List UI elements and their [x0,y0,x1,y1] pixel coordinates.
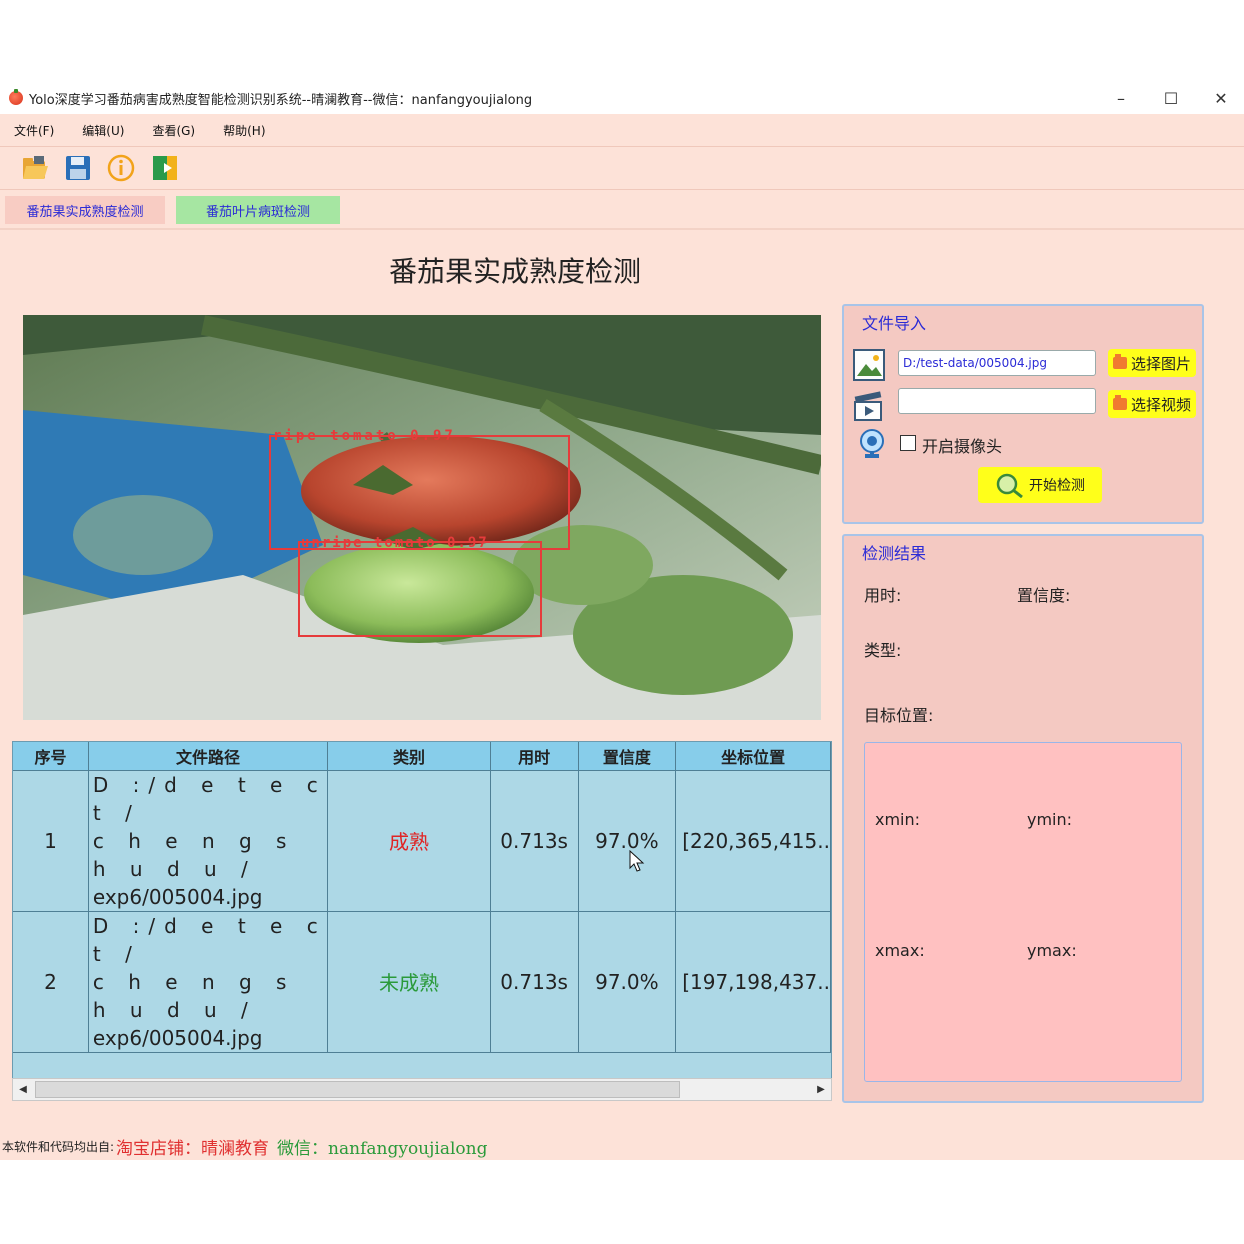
close-button[interactable]: ✕ [1198,82,1244,114]
minimize-button[interactable]: – [1098,82,1144,114]
cell-path: D :/d e t e c t / c h e n g s h u d u / … [88,770,329,912]
col-category-header[interactable]: 类别 [327,742,491,771]
folder-icon [1112,354,1127,369]
cell-category: 未成熟 [327,911,491,1053]
cell-index: 2 [13,911,89,1053]
start-detection-button[interactable]: 开始检测 [978,467,1102,503]
coordinates-box: xmin: ymin: xmax: ymax: [864,742,1182,1082]
col-index-header[interactable]: 序号 [13,742,89,771]
detection-label-ripe: ripe tomato 0.97 [273,428,456,444]
magnifier-icon [996,473,1023,498]
menu-help[interactable]: 帮助(H) [223,122,265,139]
type-label: 类型: [864,641,902,660]
scrollbar-thumb[interactable] [35,1081,680,1098]
folder-open-icon[interactable] [20,153,50,183]
tab-leaf-disease[interactable]: 番茄叶片病斑检测 [176,196,340,224]
ymax-label: ymax: [1027,941,1077,960]
webcam-icon [858,428,886,462]
ymin-label: ymin: [1027,810,1073,829]
table-row[interactable]: 2 D :/d e t e c t / c h e n g s h u d u … [13,911,831,1053]
save-icon[interactable] [63,153,93,183]
file-import-title: 文件导入 [862,314,927,333]
exit-icon[interactable] [150,153,180,183]
col-path-header[interactable]: 文件路径 [88,742,329,771]
scroll-right-arrow-icon[interactable]: ▶ [813,1081,829,1098]
tomato-app-icon [9,89,23,105]
cell-time: 0.713s [490,911,579,1053]
time-label: 用时: [864,586,902,605]
cell-category: 成熟 [327,770,491,912]
video-path-field[interactable] [898,388,1096,414]
table-row[interactable]: 1 D :/d e t e c t / c h e n g s h u d u … [13,770,831,912]
title-bar: Yolo深度学习番茄病害成熟度智能检测识别系统--晴澜教育--微信：nanfan… [0,82,1244,114]
col-confidence-header[interactable]: 置信度 [578,742,677,771]
col-time-header[interactable]: 用时 [490,742,579,771]
select-video-button[interactable]: 选择视频 [1108,390,1196,418]
col-coords-header[interactable]: 坐标位置 [675,742,831,771]
xmax-label: xmax: [875,941,925,960]
window-title: Yolo深度学习番茄病害成熟度智能检测识别系统--晴澜教育--微信：nanfan… [29,92,533,108]
xmin-label: xmin: [875,810,921,829]
menu-edit[interactable]: 编辑(U) [82,122,124,139]
footer-shop: 淘宝店铺：晴澜教育 [116,1138,270,1159]
menu-bar: 文件(F) 编辑(U) 查看(G) 帮助(H) [0,114,1244,146]
cell-confidence: 97.0% [578,911,677,1053]
tab-fruit-ripeness[interactable]: 番茄果实成熟度检测 [5,196,165,224]
detection-image: ripe tomato 0.97 unripe tomato 0.97 [23,315,821,720]
cell-path: D :/d e t e c t / c h e n g s h u d u / … [88,911,329,1053]
results-table: 序号 文件路径 类别 用时 置信度 坐标位置 1 D :/d e t e c t… [12,741,832,1101]
detection-result-title: 检测结果 [862,544,927,563]
scroll-left-arrow-icon[interactable]: ◀ [15,1081,31,1098]
toolbar [0,146,1244,190]
info-icon[interactable] [106,153,136,183]
cell-coords: [197,198,437.. [675,911,831,1053]
video-file-icon [852,388,886,422]
cell-coords: [220,365,415.. [675,770,831,912]
position-label: 目标位置: [864,706,934,725]
tab-bar: 番茄果实成熟度检测 番茄叶片病斑检测 [0,194,1244,230]
image-file-icon [852,348,886,382]
footer-prefix: 本软件和代码均出自: [2,1139,115,1154]
mouse-cursor-icon [629,850,645,872]
cell-index: 1 [13,770,89,912]
page-title: 番茄果实成熟度检测 [388,255,641,288]
status-footer: 本软件和代码均出自: 淘宝店铺：晴澜教育 微信：nanfangyoujialon… [0,1132,1244,1160]
table-header-row: 序号 文件路径 类别 用时 置信度 坐标位置 [13,742,831,771]
confidence-label: 置信度: [1017,586,1071,605]
menu-view[interactable]: 查看(G) [152,122,195,139]
select-image-button[interactable]: 选择图片 [1108,349,1196,377]
table-horizontal-scrollbar[interactable]: ◀ ▶ [12,1078,832,1101]
main-window: Yolo深度学习番茄病害成熟度智能检测识别系统--晴澜教育--微信：nanfan… [0,82,1244,1160]
footer-wechat: 微信：nanfangyoujialong [277,1138,488,1159]
menu-file[interactable]: 文件(F) [14,122,54,139]
camera-checkbox[interactable] [900,435,916,451]
cell-time: 0.713s [490,770,579,912]
folder-icon [1112,395,1127,410]
camera-label: 开启摄像头 [922,437,1003,456]
image-path-field[interactable]: D:/test-data/005004.jpg [898,350,1096,376]
cell-confidence: 97.0% [578,770,677,912]
detection-label-unripe: unripe tomato 0.97 [301,535,489,551]
maximize-button[interactable]: ☐ [1148,82,1194,114]
file-import-group: 文件导入 D:/test-data/005004.jpg 选择图片 选择视频 开… [842,304,1204,524]
